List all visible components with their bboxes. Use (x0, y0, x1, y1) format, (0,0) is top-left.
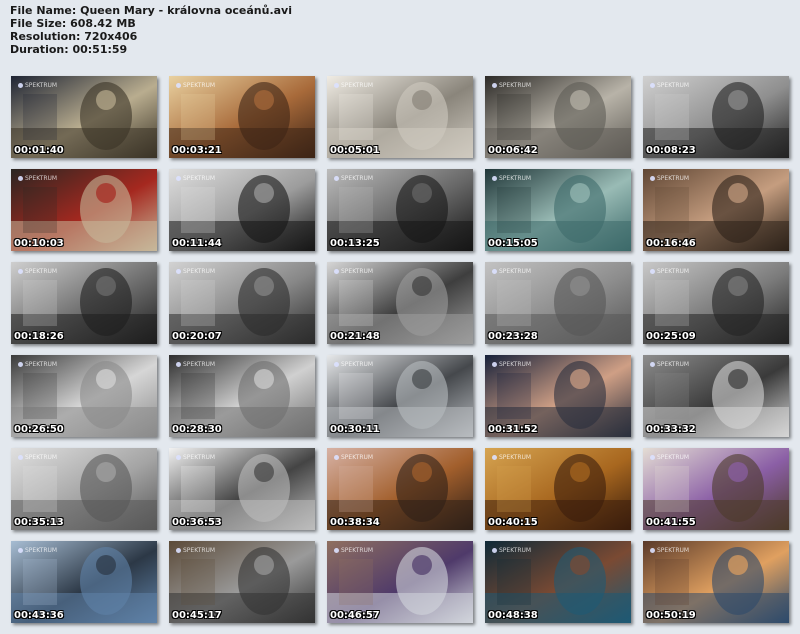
timestamp-label: 00:16:46 (646, 238, 696, 249)
channel-logo-watermark: SPEKTRUM (334, 361, 373, 368)
channel-logo-watermark: SPEKTRUM (18, 268, 57, 275)
timestamp-label: 00:48:38 (488, 610, 538, 621)
video-thumbnail: SPEKTRUM 00:35:13 (11, 448, 157, 530)
channel-logo-watermark: SPEKTRUM (492, 547, 531, 554)
timestamp-label: 00:13:25 (330, 238, 380, 249)
channel-logo-watermark: SPEKTRUM (18, 454, 57, 461)
channel-logo-watermark: SPEKTRUM (334, 268, 373, 275)
timestamp-label: 00:36:53 (172, 517, 222, 528)
video-thumbnail: SPEKTRUM 00:25:09 (643, 262, 789, 344)
video-thumbnail: SPEKTRUM 00:13:25 (327, 169, 473, 251)
channel-logo-watermark: SPEKTRUM (650, 82, 689, 89)
timestamp-label: 00:23:28 (488, 331, 538, 342)
thumbnail-grid: SPEKTRUM 00:01:40 SPEKTRUM 00:03:21 SPEKTRUM… (0, 0, 800, 634)
channel-logo-watermark: SPEKTRUM (650, 547, 689, 554)
channel-logo-watermark: SPEKTRUM (650, 175, 689, 182)
timestamp-label: 00:08:23 (646, 145, 696, 156)
video-thumbnail: SPEKTRUM 00:01:40 (11, 76, 157, 158)
channel-logo-watermark: SPEKTRUM (334, 82, 373, 89)
video-thumbnail: SPEKTRUM 00:08:23 (643, 76, 789, 158)
channel-logo-watermark: SPEKTRUM (492, 175, 531, 182)
video-thumbnail: SPEKTRUM 00:10:03 (11, 169, 157, 251)
channel-logo-watermark: SPEKTRUM (176, 547, 215, 554)
timestamp-label: 00:35:13 (14, 517, 64, 528)
video-thumbnail: SPEKTRUM 00:23:28 (485, 262, 631, 344)
channel-logo-watermark: SPEKTRUM (176, 361, 215, 368)
channel-logo-watermark: SPEKTRUM (176, 268, 215, 275)
video-thumbnail: SPEKTRUM 00:46:57 (327, 541, 473, 623)
timestamp-label: 00:03:21 (172, 145, 222, 156)
video-thumbnail: SPEKTRUM 00:03:21 (169, 76, 315, 158)
timestamp-label: 00:25:09 (646, 331, 696, 342)
channel-logo-watermark: SPEKTRUM (650, 268, 689, 275)
video-thumbnail: SPEKTRUM 00:36:53 (169, 448, 315, 530)
channel-logo-watermark: SPEKTRUM (18, 361, 57, 368)
video-thumbnail: SPEKTRUM 00:50:19 (643, 541, 789, 623)
channel-logo-watermark: SPEKTRUM (18, 175, 57, 182)
video-thumbnail: SPEKTRUM 00:16:46 (643, 169, 789, 251)
video-thumbnail: SPEKTRUM 00:11:44 (169, 169, 315, 251)
timestamp-label: 00:46:57 (330, 610, 380, 621)
video-thumbnail: SPEKTRUM 00:45:17 (169, 541, 315, 623)
timestamp-label: 00:30:11 (330, 424, 380, 435)
channel-logo-watermark: SPEKTRUM (650, 454, 689, 461)
channel-logo-watermark: SPEKTRUM (492, 268, 531, 275)
timestamp-label: 00:01:40 (14, 145, 64, 156)
video-thumbnail: SPEKTRUM 00:30:11 (327, 355, 473, 437)
timestamp-label: 00:20:07 (172, 331, 222, 342)
channel-logo-watermark: SPEKTRUM (18, 547, 57, 554)
channel-logo-watermark: SPEKTRUM (334, 547, 373, 554)
timestamp-label: 00:11:44 (172, 238, 222, 249)
timestamp-label: 00:15:05 (488, 238, 538, 249)
video-thumbnail: SPEKTRUM 00:18:26 (11, 262, 157, 344)
video-thumbnail: SPEKTRUM 00:33:32 (643, 355, 789, 437)
timestamp-label: 00:31:52 (488, 424, 538, 435)
timestamp-label: 00:06:42 (488, 145, 538, 156)
timestamp-label: 00:41:55 (646, 517, 696, 528)
timestamp-label: 00:05:01 (330, 145, 380, 156)
timestamp-label: 00:21:48 (330, 331, 380, 342)
timestamp-label: 00:43:36 (14, 610, 64, 621)
video-thumbnail: SPEKTRUM 00:43:36 (11, 541, 157, 623)
video-thumbnail: SPEKTRUM 00:05:01 (327, 76, 473, 158)
timestamp-label: 00:28:30 (172, 424, 222, 435)
channel-logo-watermark: SPEKTRUM (492, 361, 531, 368)
timestamp-label: 00:45:17 (172, 610, 222, 621)
video-thumbnail: SPEKTRUM 00:31:52 (485, 355, 631, 437)
video-thumbnail: SPEKTRUM 00:40:15 (485, 448, 631, 530)
channel-logo-watermark: SPEKTRUM (492, 82, 531, 89)
channel-logo-watermark: SPEKTRUM (492, 454, 531, 461)
timestamp-label: 00:50:19 (646, 610, 696, 621)
video-thumbnail: SPEKTRUM 00:15:05 (485, 169, 631, 251)
video-thumbnail: SPEKTRUM 00:48:38 (485, 541, 631, 623)
channel-logo-watermark: SPEKTRUM (18, 82, 57, 89)
channel-logo-watermark: SPEKTRUM (334, 175, 373, 182)
channel-logo-watermark: SPEKTRUM (334, 454, 373, 461)
channel-logo-watermark: SPEKTRUM (176, 82, 215, 89)
timestamp-label: 00:26:50 (14, 424, 64, 435)
video-thumbnail: SPEKTRUM 00:28:30 (169, 355, 315, 437)
timestamp-label: 00:18:26 (14, 331, 64, 342)
video-thumbnail: SPEKTRUM 00:06:42 (485, 76, 631, 158)
video-thumbnail: SPEKTRUM 00:38:34 (327, 448, 473, 530)
timestamp-label: 00:33:32 (646, 424, 696, 435)
timestamp-label: 00:10:03 (14, 238, 64, 249)
video-thumbnail: SPEKTRUM 00:26:50 (11, 355, 157, 437)
channel-logo-watermark: SPEKTRUM (650, 361, 689, 368)
timestamp-label: 00:38:34 (330, 517, 380, 528)
video-thumbnail: SPEKTRUM 00:41:55 (643, 448, 789, 530)
video-thumbnail: SPEKTRUM 00:21:48 (327, 262, 473, 344)
video-thumbnail: SPEKTRUM 00:20:07 (169, 262, 315, 344)
channel-logo-watermark: SPEKTRUM (176, 175, 215, 182)
channel-logo-watermark: SPEKTRUM (176, 454, 215, 461)
timestamp-label: 00:40:15 (488, 517, 538, 528)
